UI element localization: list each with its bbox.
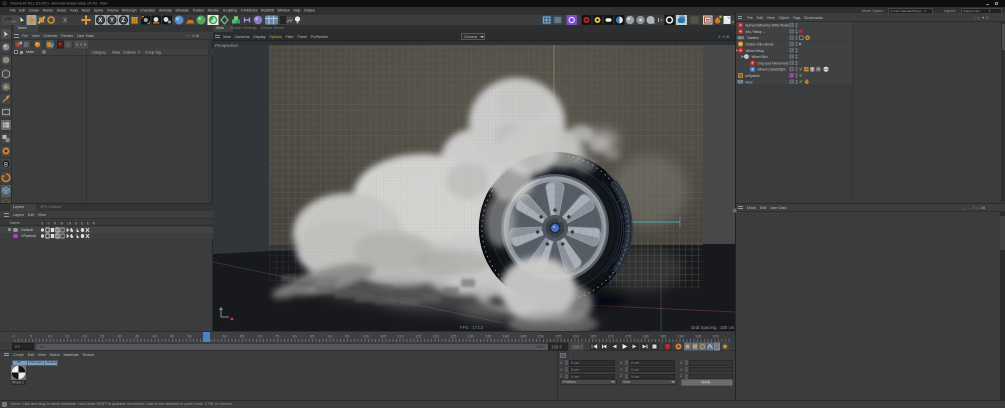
svg-text:Z: Z (121, 18, 125, 24)
svg-text:50: 50 (188, 335, 192, 339)
svg-text:95: 95 (345, 335, 349, 339)
svg-text:125: 125 (450, 335, 456, 339)
svg-text:190: 190 (678, 335, 684, 339)
svg-text:5: 5 (30, 335, 32, 339)
svg-text:15: 15 (65, 335, 69, 339)
svg-text:FPS : 173.3: FPS : 173.3 (460, 325, 484, 330)
svg-text:Wheel Skin: Wheel Skin (752, 55, 768, 59)
svg-text:180: 180 (643, 335, 649, 339)
svg-text:Grid Spacing : 100 cm: Grid Spacing : 100 cm (691, 325, 735, 330)
svg-text:Info / Setup →: Info / Setup → (746, 30, 766, 34)
svg-text:Octane Vdb volume: Octane Vdb volume (746, 43, 774, 47)
svg-text:90: 90 (328, 335, 332, 339)
svg-text:45: 45 (170, 335, 174, 339)
svg-text:120: 120 (433, 335, 439, 339)
svg-text:160: 160 (573, 335, 579, 339)
svg-text:Wheel Contact/Spin: Wheel Contact/Spin (758, 68, 786, 72)
svg-text:150: 150 (538, 335, 544, 339)
svg-text:B: B (4, 163, 8, 169)
svg-text:145: 145 (520, 335, 526, 339)
svg-text:Drop your Wheel here: Drop your Wheel here (758, 61, 789, 65)
svg-text:axSystem: axSystem (746, 74, 760, 78)
svg-text:65: 65 (240, 335, 244, 339)
svg-text:195: 195 (695, 335, 701, 339)
svg-text:40: 40 (153, 335, 157, 339)
svg-text:135: 135 (485, 335, 491, 339)
svg-text:75: 75 (275, 335, 279, 339)
svg-text:130: 130 (468, 335, 474, 339)
svg-text:25: 25 (100, 335, 104, 339)
svg-text:155: 155 (555, 335, 561, 339)
svg-text:X: X (98, 18, 102, 24)
svg-text:70: 70 (258, 335, 262, 339)
svg-text:35: 35 (135, 335, 139, 339)
svg-text:Y: Y (110, 18, 114, 24)
svg-text:175: 175 (625, 335, 631, 339)
svg-text:Camera: Camera (747, 36, 759, 40)
svg-text:80: 80 (293, 335, 297, 339)
svg-text:165: 165 (590, 335, 596, 339)
svg-text:115: 115 (415, 335, 421, 339)
svg-text:30: 30 (118, 335, 122, 339)
svg-text:Burnout Wheel by WRS Works: Burnout Wheel by WRS Works (746, 24, 790, 28)
svg-text:Wheel Setup: Wheel Setup (746, 49, 764, 53)
svg-text:100: 100 (363, 335, 369, 339)
svg-text:150 F: 150 F (572, 344, 584, 349)
svg-text:60: 60 (223, 335, 227, 339)
svg-text:185: 185 (660, 335, 666, 339)
svg-text:170: 170 (608, 335, 614, 339)
svg-text:20: 20 (83, 335, 87, 339)
svg-text:10: 10 (48, 335, 52, 339)
svg-text:85: 85 (310, 335, 314, 339)
svg-text:140: 140 (503, 335, 509, 339)
svg-text:Floor: Floor (746, 80, 754, 84)
svg-text:200: 200 (713, 335, 719, 339)
svg-text:110: 110 (398, 335, 404, 339)
svg-text:0: 0 (13, 335, 15, 339)
svg-text:105: 105 (380, 335, 386, 339)
svg-text:150 F: 150 F (551, 344, 563, 349)
svg-text:Perspective: Perspective (215, 43, 238, 48)
